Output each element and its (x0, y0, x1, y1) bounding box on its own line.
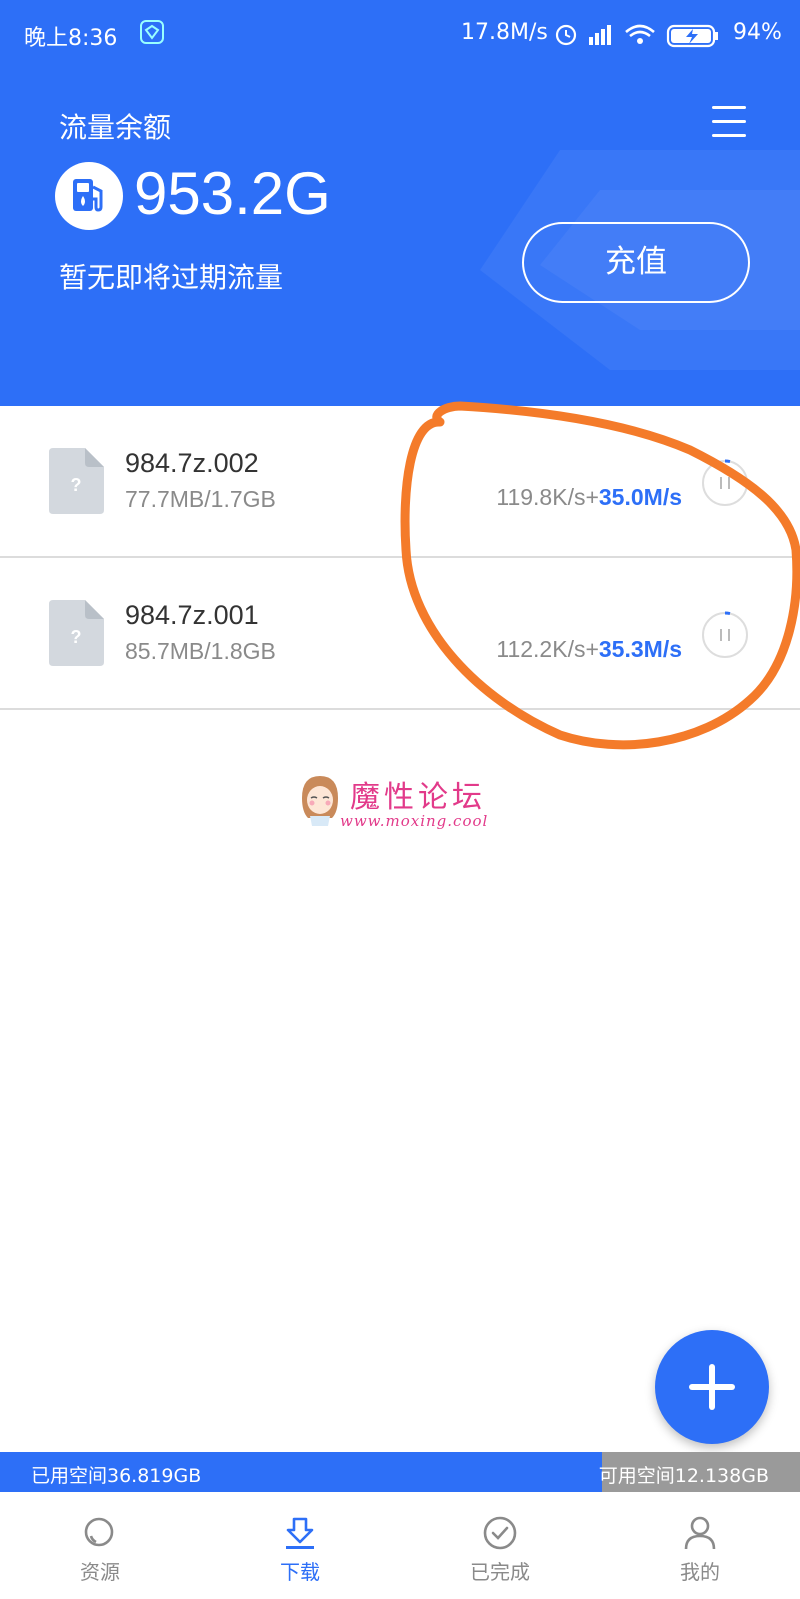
nav-downloads[interactable]: 下载 (200, 1492, 400, 1599)
free-space: 可用空间12.138GB (598, 1465, 769, 1487)
download-speed: 112.2K/s+35.3M/s (496, 636, 682, 663)
forum-watermark: 魔性论坛 www.moxing.cool (298, 772, 508, 832)
status-battery: 94% (733, 20, 782, 45)
download-icon (286, 1517, 314, 1549)
normal-speed: 119.8K/s+ (496, 484, 599, 510)
menu-button[interactable] (712, 106, 750, 140)
search-icon (84, 1517, 114, 1547)
person-icon (684, 1516, 716, 1550)
file-progress-size: 85.7MB/1.8GB (125, 638, 276, 664)
bottom-nav: 资源 下载 已完成 我的 (0, 1492, 800, 1599)
fuel-icon (55, 162, 123, 230)
svg-text:?: ? (71, 475, 82, 495)
watermark-title: 魔性论坛 (350, 780, 486, 815)
storage-bar: 已用空间36.819GB 可用空间12.138GB (0, 1452, 800, 1492)
nav-label: 资源 (80, 1560, 120, 1584)
boost-speed: 35.0M/s (598, 484, 682, 510)
used-space: 已用空间36.819GB (31, 1465, 202, 1487)
expire-note: 暂无即将过期流量 (59, 261, 284, 294)
check-circle-icon (483, 1516, 517, 1550)
svg-text:?: ? (71, 627, 82, 647)
pause-button[interactable] (700, 610, 750, 660)
file-name: 984.7z.001 (125, 600, 259, 630)
watermark-url: www.moxing.cool (340, 812, 489, 830)
nav-completed[interactable]: 已完成 (400, 1492, 600, 1599)
download-row[interactable]: ? 984.7z.002 77.7MB/1.7GB 119.8K/s+35.0M… (0, 406, 800, 558)
normal-speed: 112.2K/s+ (496, 636, 599, 662)
cartoon-girl-icon (302, 776, 338, 826)
status-network-speed: 17.8M/s (461, 20, 548, 45)
file-progress-size: 77.7MB/1.7GB (125, 486, 276, 512)
boost-speed: 35.3M/s (598, 636, 682, 662)
balance-label: 流量余额 (59, 111, 172, 144)
nav-label: 下载 (280, 1560, 320, 1584)
unknown-file-icon: ? (49, 600, 104, 666)
status-time: 晚上8:36 (24, 26, 118, 51)
nav-label: 我的 (680, 1560, 720, 1584)
nav-label: 已完成 (470, 1560, 530, 1584)
header: 晚上8:36 17.8M/s 94% 流量余额 953.2G 暂无即将过期流量 … (0, 0, 800, 406)
file-name: 984.7z.002 (125, 448, 259, 478)
menu-icon-line (712, 120, 746, 123)
unknown-file-icon: ? (49, 448, 104, 514)
status-bar: 晚上8:36 17.8M/s 94% (0, 0, 800, 70)
add-download-button[interactable] (655, 1330, 769, 1444)
app-notification-icon (140, 20, 164, 44)
download-row[interactable]: ? 984.7z.001 85.7MB/1.8GB 112.2K/s+35.3M… (0, 558, 800, 710)
balance-value: 953.2G (134, 160, 331, 227)
pause-button[interactable] (700, 458, 750, 508)
nav-resources[interactable]: 资源 (0, 1492, 200, 1599)
status-icons (555, 24, 718, 48)
menu-icon-line (712, 134, 746, 137)
download-list: ? 984.7z.002 77.7MB/1.7GB 119.8K/s+35.0M… (0, 406, 800, 710)
download-speed: 119.8K/s+35.0M/s (496, 484, 682, 511)
nav-profile[interactable]: 我的 (600, 1492, 800, 1599)
menu-icon-line (712, 106, 746, 109)
recharge-button[interactable]: 充值 (522, 222, 750, 303)
